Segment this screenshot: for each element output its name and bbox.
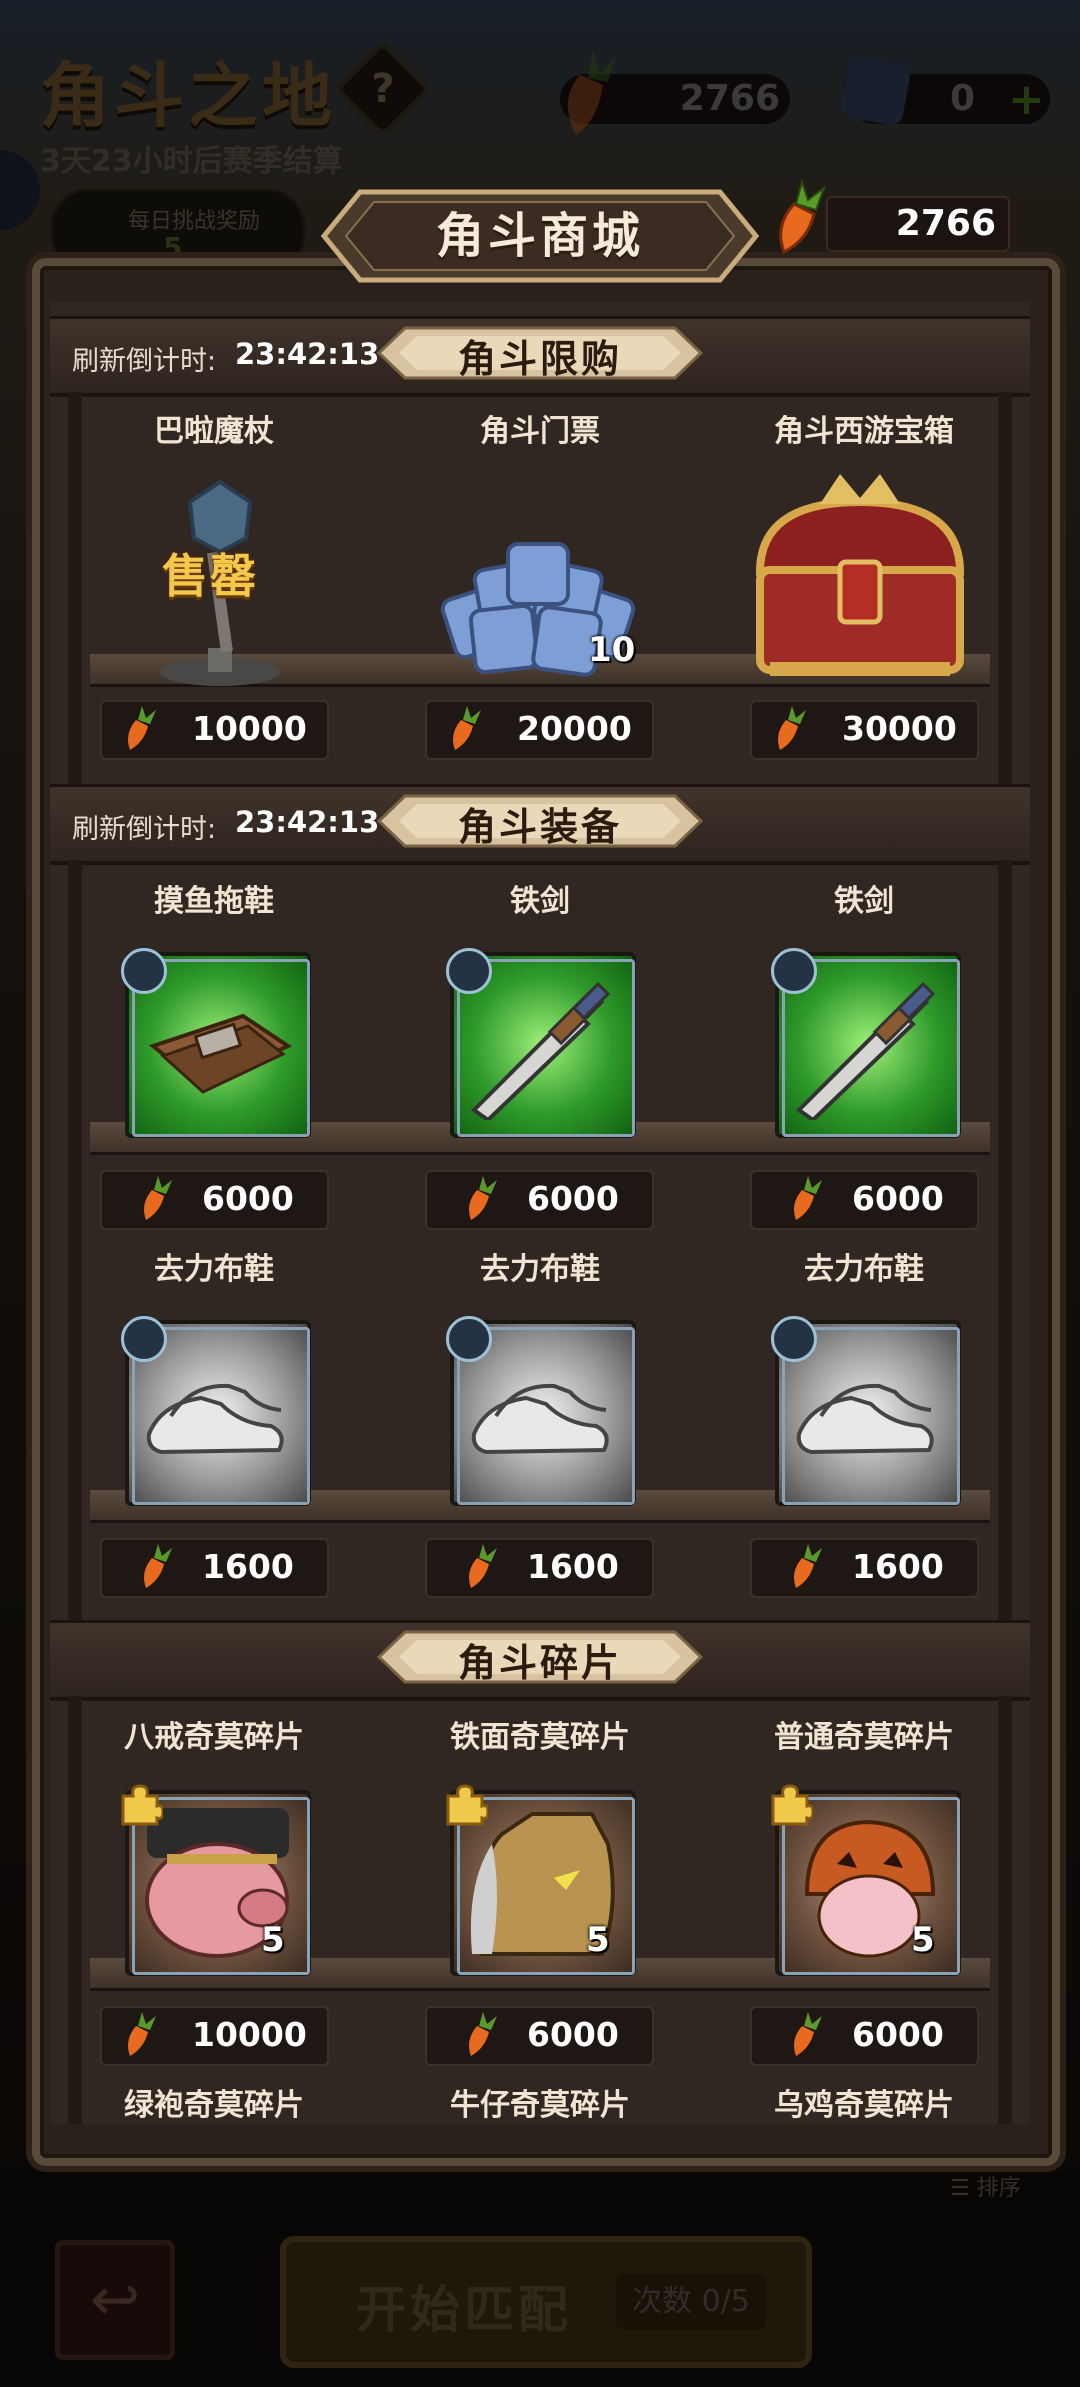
weapon-slot-icon	[446, 948, 492, 994]
price-tag[interactable]: 20000	[425, 700, 654, 760]
section-title-equipment: 角斗装备	[457, 805, 622, 849]
price-value: 1600	[852, 1547, 944, 1586]
carrot-icon	[469, 1176, 497, 1220]
price-value: 1600	[202, 1547, 294, 1586]
cloth-shoes-icon	[471, 1383, 609, 1455]
shop-scroll-area[interactable]: 刷新倒计时: 23:42:13 角斗限购 巴啦魔杖 角斗门票 角斗西游宝箱 售罄…	[50, 302, 1030, 2124]
item-name: 铁面奇莫碎片	[450, 1720, 630, 1755]
fragment-card[interactable]: 5	[121, 1784, 311, 1976]
equipment-card[interactable]	[446, 1316, 636, 1506]
puzzle-piece-icon	[446, 1784, 488, 1826]
equipment-card[interactable]	[771, 1316, 961, 1506]
item-count: 10	[588, 630, 636, 670]
carrot-icon	[144, 1544, 172, 1588]
weapon-slot-icon	[771, 948, 817, 994]
carrot-icon	[778, 706, 806, 750]
carrot-icon	[794, 1176, 822, 1220]
price-value: 30000	[842, 709, 957, 748]
puzzle-piece-icon	[121, 1784, 163, 1826]
price-tag[interactable]: 1600	[100, 1538, 329, 1598]
puzzle-piece-icon	[771, 1784, 813, 1826]
refresh-timer-value: 23:42:13	[235, 337, 380, 371]
carrot-icon	[469, 1544, 497, 1588]
item-name: 牛仔奇莫碎片	[450, 2088, 630, 2123]
price-value: 6000	[852, 2015, 944, 2054]
refresh-timer-value: 23:42:13	[235, 805, 380, 839]
price-value: 1600	[527, 1547, 619, 1586]
currency-value: 2766	[895, 203, 996, 244]
cloth-shoes-icon	[796, 1383, 934, 1455]
fragment-card[interactable]: 5	[771, 1784, 961, 1976]
carrot-icon	[794, 1544, 822, 1588]
item-name: 铁剑	[834, 884, 894, 919]
price-tag[interactable]: 30000	[750, 700, 979, 760]
price-value: 10000	[192, 709, 307, 748]
item-name: 去力布鞋	[480, 1252, 600, 1287]
boots-slot-icon	[121, 948, 167, 994]
price-value: 6000	[527, 2015, 619, 2054]
fragment-count: 5	[261, 1920, 285, 1960]
fragment-card[interactable]: 5	[446, 1784, 636, 1976]
equipment-card[interactable]	[771, 948, 961, 1138]
carrot-icon	[128, 706, 156, 750]
price-tag[interactable]: 10000	[100, 700, 329, 760]
item-name: 绿袍奇莫碎片	[124, 2088, 304, 2123]
item-name: 铁剑	[510, 884, 570, 919]
price-tag[interactable]: 1600	[750, 1538, 979, 1598]
boots-slot-icon	[771, 1316, 817, 1362]
price-tag[interactable]: 6000	[425, 1170, 654, 1230]
price-tag[interactable]: 6000	[750, 2006, 979, 2066]
boots-slot-icon	[446, 1316, 492, 1362]
item-name: 去力布鞋	[154, 1252, 274, 1287]
section-title-limited: 角斗限购	[457, 337, 622, 381]
price-tag[interactable]: 10000	[100, 2006, 329, 2066]
equipment-card[interactable]	[446, 948, 636, 1138]
item-name: 摸鱼拖鞋	[154, 884, 274, 919]
price-tag[interactable]: 6000	[425, 2006, 654, 2066]
section-title-fragments: 角斗碎片	[457, 1641, 622, 1685]
carrot-icon	[794, 2012, 822, 2056]
item-name: 八戒奇莫碎片	[124, 1720, 304, 1755]
cloth-shoes-icon	[146, 1383, 284, 1455]
carrot-icon	[469, 2012, 497, 2056]
price-tag[interactable]: 1600	[425, 1538, 654, 1598]
boots-slot-icon	[121, 1316, 167, 1362]
price-value: 10000	[192, 2015, 307, 2054]
item-name-magic-staff: 巴啦魔杖	[154, 414, 274, 449]
carrot-icon	[128, 2012, 156, 2056]
shop-title: 角斗商城	[435, 208, 644, 264]
equipment-card[interactable]	[121, 1316, 311, 1506]
shelf-pillar	[68, 392, 82, 792]
shelf-pillar	[68, 1696, 82, 2124]
slippers-icon	[148, 1013, 293, 1094]
refresh-timer-label: 刷新倒计时:	[72, 346, 217, 377]
treasure-chest-icon[interactable]	[740, 462, 980, 692]
price-value: 6000	[527, 1179, 619, 1218]
item-name: 乌鸡奇莫碎片	[774, 2088, 954, 2123]
fragment-count: 5	[911, 1920, 935, 1960]
item-name: 普通奇莫碎片	[774, 1720, 954, 1755]
price-tag[interactable]: 6000	[100, 1170, 329, 1230]
sword-icon	[470, 981, 611, 1120]
carrot-icon	[453, 706, 481, 750]
carrot-icon	[779, 178, 827, 255]
shelf-pillar	[998, 392, 1012, 792]
item-name-treasure-chest: 角斗西游宝箱	[774, 414, 954, 449]
price-value: 6000	[852, 1179, 944, 1218]
sold-out-label: 售罄	[162, 549, 258, 603]
price-value: 6000	[202, 1179, 294, 1218]
price-value: 20000	[517, 709, 632, 748]
item-name: 去力布鞋	[804, 1252, 924, 1287]
shelf-pillar	[998, 1696, 1012, 2124]
price-tag[interactable]: 6000	[750, 1170, 979, 1230]
refresh-timer-label: 刷新倒计时:	[72, 814, 217, 845]
item-name-arena-ticket: 角斗门票	[480, 414, 600, 449]
equipment-card[interactable]	[121, 948, 311, 1138]
sword-icon	[795, 981, 936, 1120]
fragment-count: 5	[586, 1920, 610, 1960]
carrot-icon	[144, 1176, 172, 1220]
